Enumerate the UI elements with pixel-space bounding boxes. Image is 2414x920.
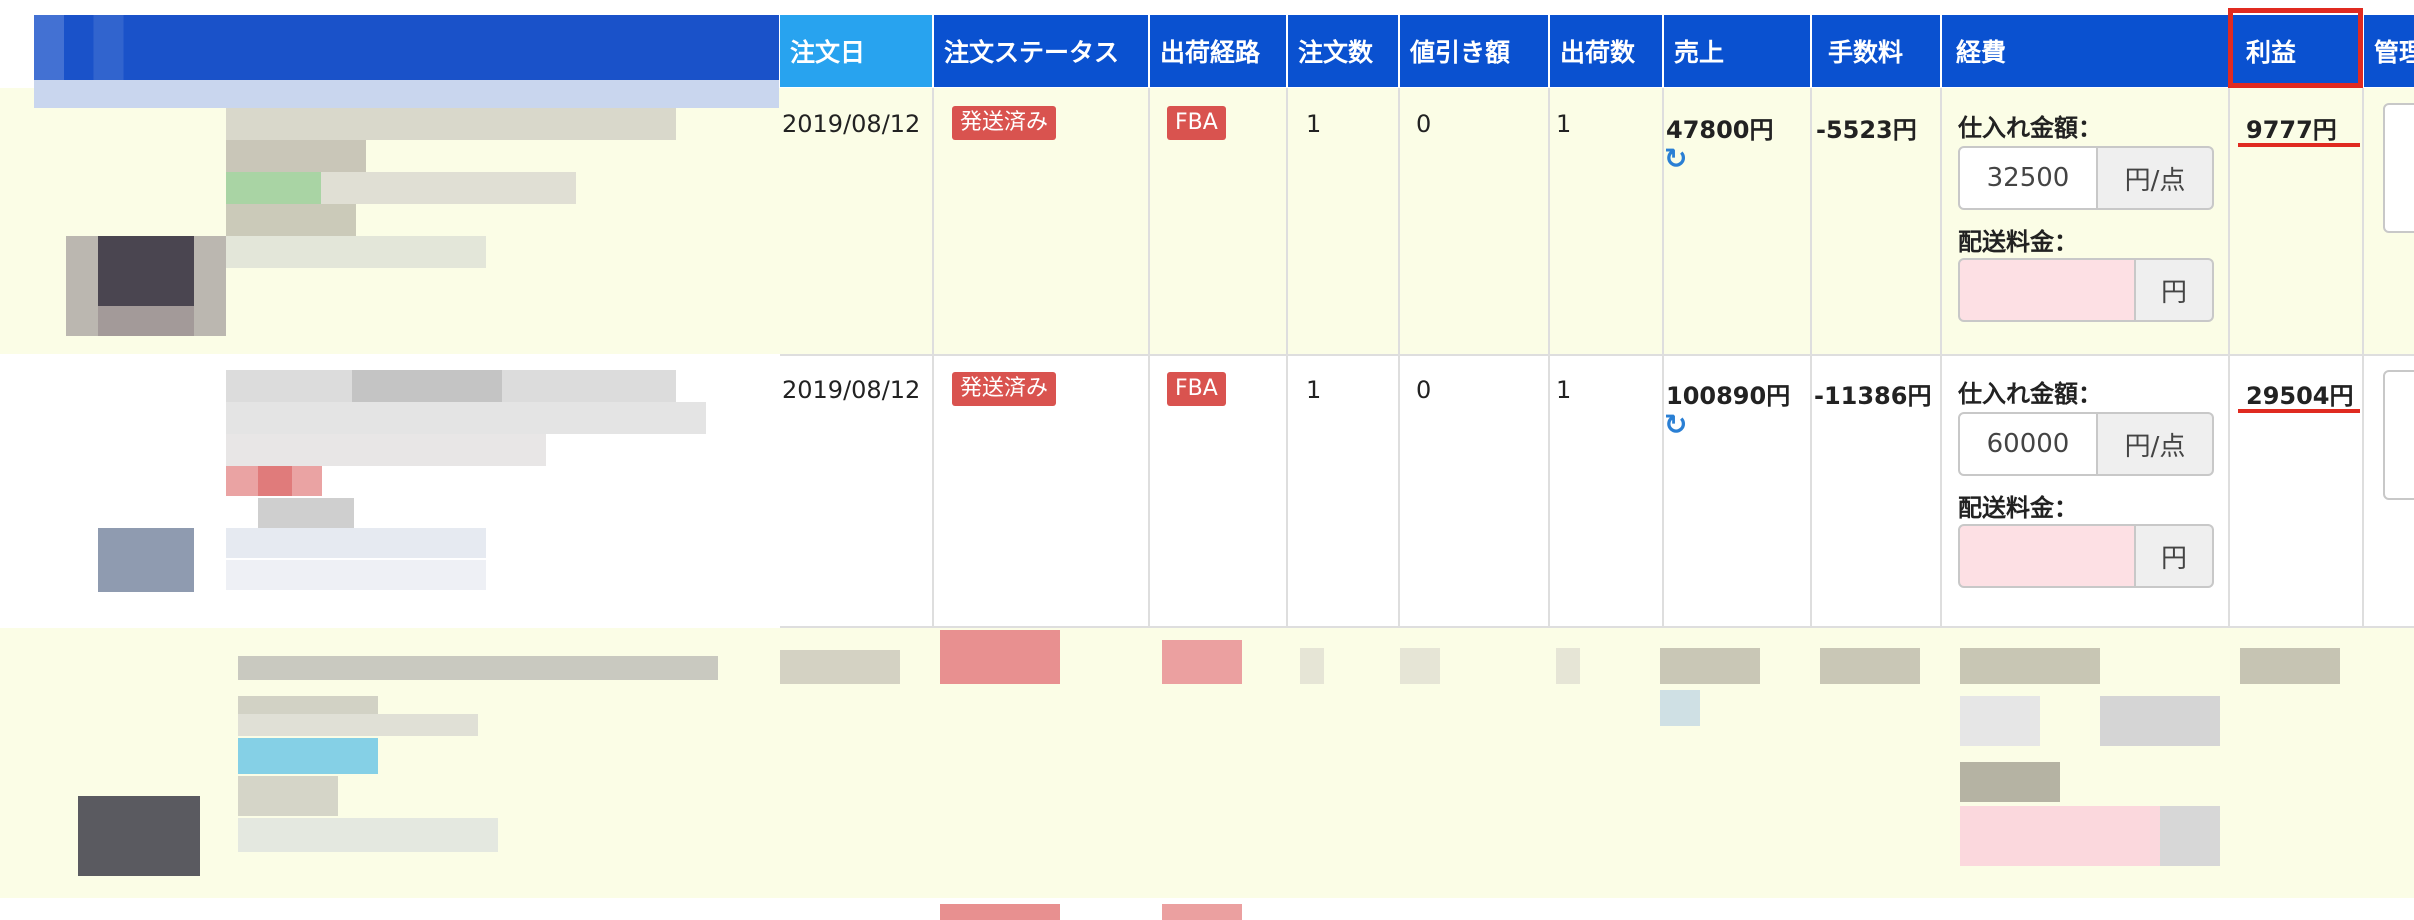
discount-amount: 0 — [1416, 376, 1432, 404]
refresh-icon[interactable]: ↻ — [1664, 142, 1687, 175]
refresh-icon[interactable]: ↻ — [1664, 408, 1687, 441]
discount-amount: 0 — [1416, 110, 1432, 138]
header-discount[interactable]: 値引き額 — [1400, 15, 1550, 87]
profit-amount: 29504円 — [2246, 382, 2354, 410]
blurred-header-strip — [34, 80, 779, 108]
status-badge: 発送済み — [952, 372, 1057, 406]
profit-underline — [2238, 143, 2360, 147]
fee-amount: -11386円 — [1814, 382, 1932, 410]
shipping-fee-input[interactable] — [1958, 524, 2136, 588]
route-badge: FBA — [1167, 372, 1226, 406]
column-divider — [1548, 88, 1550, 628]
purchase-price-label: 仕入れ金額： — [1958, 114, 2102, 142]
header-management[interactable]: 管理 — [2364, 15, 2414, 87]
purchase-price-label: 仕入れ金額： — [1958, 380, 2102, 408]
row-divider — [780, 626, 2414, 628]
management-field[interactable] — [2383, 103, 2414, 233]
header-order-count[interactable]: 注文数 — [1288, 15, 1400, 87]
column-divider — [1810, 88, 1812, 628]
profit-underline — [2238, 409, 2360, 413]
column-divider — [2362, 88, 2364, 628]
profit-amount: 9777円 — [2246, 116, 2337, 144]
purchase-unit-addon: 円/点 — [2098, 412, 2214, 476]
column-divider — [1286, 88, 1288, 628]
order-date: 2019/08/12 — [782, 110, 921, 138]
status-badge: 発送済み — [952, 106, 1057, 140]
purchase-price-input[interactable]: 32500 — [1958, 146, 2098, 210]
header-expenses[interactable]: 経費 — [1942, 15, 2230, 87]
header-shipped-count[interactable]: 出荷数 — [1550, 15, 1664, 87]
header-shipping-route[interactable]: 出荷経路 — [1150, 15, 1288, 87]
column-divider — [2228, 88, 2230, 628]
row-divider — [780, 354, 2414, 356]
blurred-header-area — [34, 15, 779, 87]
shipping-fee-label: 配送料金： — [1958, 494, 2078, 522]
header-sales[interactable]: 売上 — [1664, 15, 1812, 87]
column-divider — [1148, 88, 1150, 628]
sales-amount: 100890円 — [1666, 382, 1791, 410]
purchase-price-input[interactable]: 60000 — [1958, 412, 2098, 476]
profit-header-highlight — [2228, 8, 2363, 88]
route-badge: FBA — [1167, 106, 1226, 140]
order-count: 1 — [1306, 110, 1322, 138]
shipping-unit-addon: 円 — [2136, 258, 2214, 322]
header-order-status[interactable]: 注文ステータス — [934, 15, 1150, 87]
shipped-count: 1 — [1556, 110, 1572, 138]
sales-amount: 47800円 — [1666, 116, 1774, 144]
purchase-unit-addon: 円/点 — [2098, 146, 2214, 210]
shipping-fee-input[interactable] — [1958, 258, 2136, 322]
order-count: 1 — [1306, 376, 1322, 404]
shipping-unit-addon: 円 — [2136, 524, 2214, 588]
shipped-count: 1 — [1556, 376, 1572, 404]
column-divider — [932, 88, 934, 628]
fee-amount: -5523円 — [1816, 116, 1917, 144]
order-date: 2019/08/12 — [782, 376, 921, 404]
management-field[interactable] — [2383, 370, 2414, 500]
column-divider — [1398, 88, 1400, 628]
shipping-fee-label: 配送料金： — [1958, 228, 2078, 256]
column-divider — [1940, 88, 1942, 628]
header-order-date[interactable]: 注文日 — [780, 15, 934, 87]
header-fee[interactable]: 手数料 — [1812, 15, 1942, 87]
